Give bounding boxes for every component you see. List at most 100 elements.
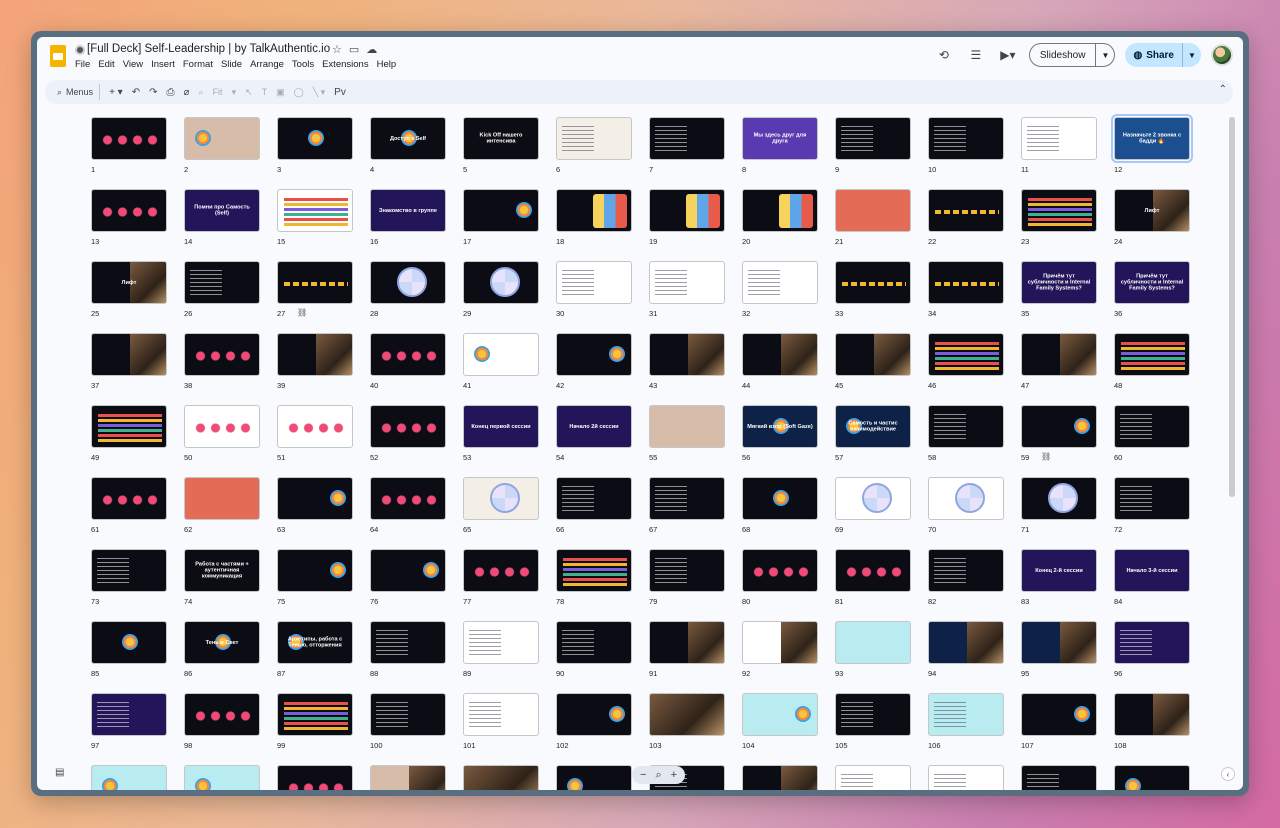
slide-preview[interactable] <box>463 333 539 376</box>
slide-preview[interactable] <box>91 765 167 790</box>
slide-thumbnail[interactable]: 22 <box>928 189 1004 249</box>
slide-preview[interactable] <box>835 693 911 736</box>
slide-thumbnail[interactable]: 66 <box>556 477 632 537</box>
slide-thumbnail[interactable]: 26 <box>184 261 260 321</box>
slide-thumbnail[interactable] <box>463 765 539 790</box>
slide-preview[interactable] <box>1021 693 1097 736</box>
slide-preview[interactable] <box>835 549 911 592</box>
slide-preview[interactable] <box>370 621 446 664</box>
slide-preview[interactable] <box>463 261 539 304</box>
slide-preview[interactable]: Самость и частис взаимодействие <box>835 405 911 448</box>
slide-preview[interactable] <box>370 549 446 592</box>
slide-thumbnail[interactable]: 102 <box>556 693 632 753</box>
linked-slide-icon[interactable]: ⛓ <box>1041 452 1051 461</box>
menu-item[interactable]: Format <box>183 59 213 70</box>
slide-thumbnail[interactable]: 37 <box>91 333 167 393</box>
zoom-search-icon[interactable]: ⌕ <box>655 769 661 782</box>
slide-preview[interactable] <box>835 477 911 520</box>
slide-preview[interactable] <box>91 477 167 520</box>
slide-preview[interactable] <box>742 621 818 664</box>
slide-thumbnail[interactable]: 77 <box>463 549 539 609</box>
slide-preview[interactable] <box>928 765 1004 790</box>
slide-thumbnail[interactable]: Kick Off нашего интенсива 5 <box>463 117 539 177</box>
doc-title[interactable]: [Full Deck] Self-Leadership | by TalkAut… <box>87 43 330 55</box>
slide-preview[interactable]: Знакомство в группе <box>370 189 446 232</box>
slide-thumbnail[interactable]: 20 <box>742 189 818 249</box>
slide-preview[interactable] <box>556 117 632 160</box>
slide-thumbnail[interactable]: 44 <box>742 333 818 393</box>
slide-preview[interactable]: Конец первой сессии <box>463 405 539 448</box>
slide-preview[interactable] <box>928 477 1004 520</box>
slide-preview[interactable] <box>1114 621 1190 664</box>
slide-thumbnail[interactable]: 15 <box>277 189 353 249</box>
slide-preview[interactable] <box>649 405 725 448</box>
slide-preview[interactable] <box>91 693 167 736</box>
slide-thumbnail[interactable]: Причём тут субличности и Internal Family… <box>1114 261 1190 321</box>
slide-thumbnail[interactable]: 6 <box>556 117 632 177</box>
slide-preview[interactable] <box>370 693 446 736</box>
slide-preview[interactable] <box>1021 189 1097 232</box>
slide-preview[interactable] <box>649 477 725 520</box>
new-slide-icon[interactable]: + ▾ <box>109 87 123 98</box>
menu-item[interactable]: Insert <box>151 59 175 70</box>
slide-thumbnail[interactable]: 85 <box>91 621 167 681</box>
slide-preview[interactable] <box>1114 405 1190 448</box>
slide-thumbnail[interactable]: 21 <box>835 189 911 249</box>
slide-preview[interactable] <box>370 261 446 304</box>
slide-thumbnail[interactable]: 76 <box>370 549 446 609</box>
slide-preview[interactable]: Причём тут субличности и Internal Family… <box>1021 261 1097 304</box>
share-main[interactable]: ◍ Share <box>1125 43 1183 67</box>
slide-thumbnail[interactable]: Помни про Самость (Self) 14 <box>184 189 260 249</box>
slide-thumbnail[interactable]: 23 <box>1021 189 1097 249</box>
slide-thumbnail[interactable]: 17 <box>463 189 539 249</box>
menu-item[interactable]: Extensions <box>322 59 368 70</box>
slide-thumbnail[interactable]: 30 <box>556 261 632 321</box>
slide-preview[interactable] <box>91 189 167 232</box>
slide-thumbnail[interactable]: 63 <box>277 477 353 537</box>
slide-preview[interactable] <box>463 189 539 232</box>
slide-preview[interactable]: Доступ к Self <box>370 117 446 160</box>
slide-thumbnail[interactable]: 9 <box>835 117 911 177</box>
slide-thumbnail[interactable]: 49 <box>91 405 167 465</box>
slide-preview[interactable] <box>928 333 1004 376</box>
slide-preview[interactable] <box>1021 405 1097 448</box>
slide-thumbnail[interactable]: 61 <box>91 477 167 537</box>
slide-preview[interactable] <box>1114 765 1190 790</box>
slide-thumbnail[interactable]: 48 <box>1114 333 1190 393</box>
slide-thumbnail[interactable]: 34 <box>928 261 1004 321</box>
slide-thumbnail[interactable]: 93 <box>835 621 911 681</box>
slide-preview[interactable] <box>370 477 446 520</box>
slide-thumbnail[interactable]: 51 <box>277 405 353 465</box>
collapse-toolbar-icon[interactable]: ⌃ <box>1219 84 1227 95</box>
slide-thumbnail[interactable]: 106 <box>928 693 1004 753</box>
slide-preview[interactable] <box>184 333 260 376</box>
slide-preview[interactable] <box>1114 333 1190 376</box>
slide-thumbnail[interactable]: 78 <box>556 549 632 609</box>
slide-thumbnail[interactable]: 1 <box>91 117 167 177</box>
slide-preview[interactable] <box>928 189 1004 232</box>
slide-preview[interactable]: Причём тут субличности и Internal Family… <box>1114 261 1190 304</box>
slide-thumbnail[interactable]: 70 <box>928 477 1004 537</box>
slide-thumbnail[interactable]: 19 <box>649 189 725 249</box>
slide-preview[interactable] <box>649 261 725 304</box>
slide-preview[interactable] <box>835 261 911 304</box>
slide-thumbnail[interactable] <box>91 765 167 790</box>
slide-preview[interactable]: Архетипы, работа с Тенью, отторжения <box>277 621 353 664</box>
slideshow-label[interactable]: Slideshow <box>1030 44 1097 66</box>
slide-thumbnail[interactable]: 3 <box>277 117 353 177</box>
slide-thumbnail[interactable]: 2 <box>184 117 260 177</box>
slide-thumbnail[interactable]: 39 <box>277 333 353 393</box>
move-folder-icon[interactable]: ▭ <box>349 43 359 56</box>
slide-preview[interactable] <box>928 549 1004 592</box>
slide-thumbnail[interactable]: 33 <box>835 261 911 321</box>
paint-format-icon[interactable]: ⌀ <box>183 87 189 98</box>
slide-thumbnail[interactable]: 101 <box>463 693 539 753</box>
slide-preview[interactable] <box>277 261 353 304</box>
slide-thumbnail[interactable]: 7 <box>649 117 725 177</box>
slide-thumbnail[interactable]: Тень и Свет 86 <box>184 621 260 681</box>
slide-preview[interactable] <box>277 765 353 790</box>
comments-icon[interactable]: ☰ <box>965 44 987 66</box>
slide-thumbnail[interactable]: 73 <box>91 549 167 609</box>
slide-thumbnail[interactable]: 81 <box>835 549 911 609</box>
slide-preview[interactable] <box>556 765 632 790</box>
